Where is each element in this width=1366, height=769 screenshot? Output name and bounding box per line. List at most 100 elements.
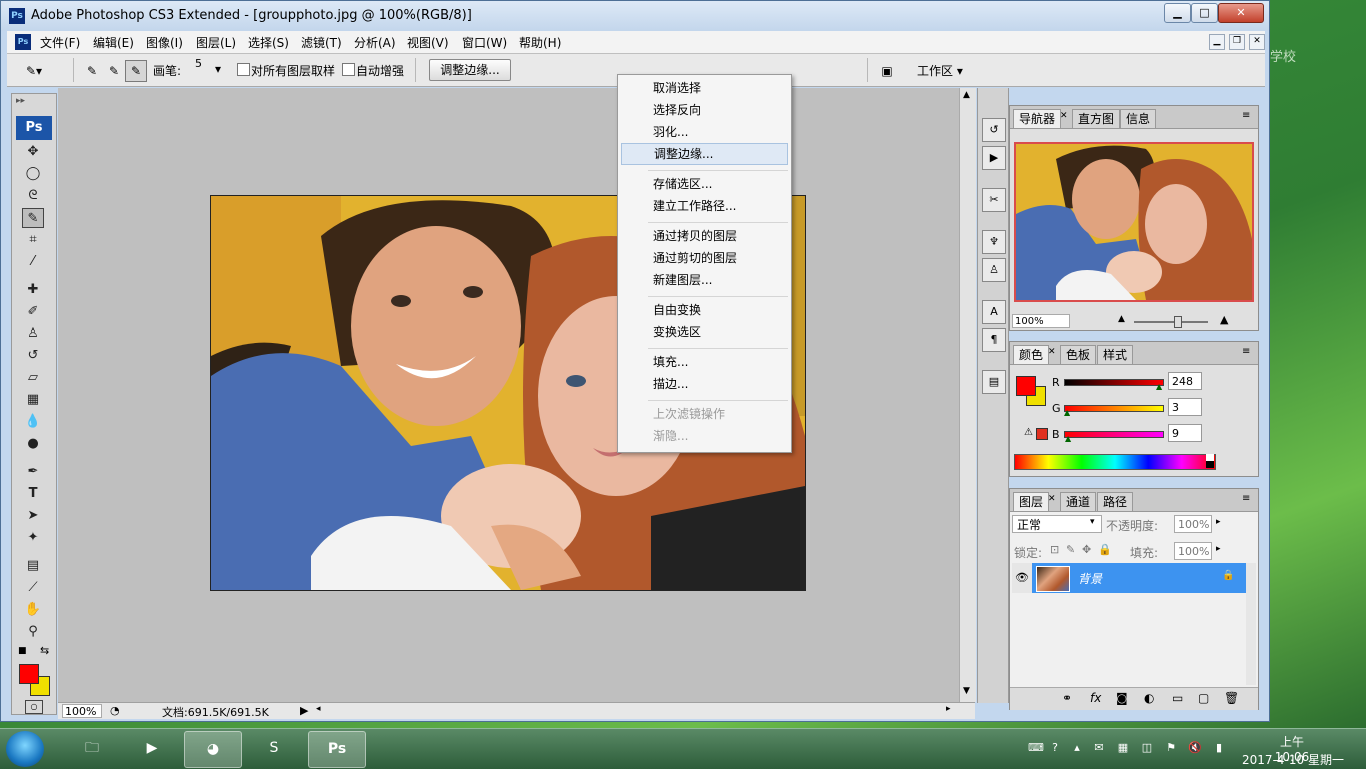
keyboard-icon[interactable]: ⌨ bbox=[1028, 741, 1044, 755]
media-player-icon[interactable]: ▶ bbox=[124, 731, 180, 766]
healing-brush-icon[interactable]: ✚ bbox=[22, 280, 44, 300]
black-swatch[interactable] bbox=[1206, 461, 1214, 468]
default-colors-icon[interactable]: ■ bbox=[18, 646, 27, 656]
toolbox-collapse-icon[interactable]: ▸▸ bbox=[16, 96, 25, 106]
zoom-field[interactable]: 100% bbox=[62, 704, 102, 718]
tray-app-icon[interactable]: ◫ bbox=[1140, 741, 1154, 755]
scroll-left-icon[interactable]: ◂ bbox=[316, 704, 321, 714]
menu-help[interactable]: 帮助(H) bbox=[519, 34, 561, 51]
b-slider-thumb-icon[interactable]: ▲ bbox=[1065, 434, 1071, 443]
zoom-tool-icon[interactable]: ⚲ bbox=[22, 622, 44, 642]
tab-layers[interactable]: 图层 bbox=[1013, 492, 1050, 511]
eyedropper-tool-icon[interactable]: ⟋ bbox=[22, 578, 44, 598]
path-selection-icon[interactable]: ➤ bbox=[22, 506, 44, 526]
fill-arrow-icon[interactable]: ▸ bbox=[1216, 544, 1221, 554]
notes-tool-icon[interactable]: ▤ bbox=[22, 556, 44, 576]
subtract-selection-icon[interactable]: ✎ bbox=[125, 60, 147, 82]
menu-item-save-selection[interactable]: 存储选区... bbox=[619, 173, 790, 195]
document-icon[interactable]: Ps bbox=[15, 34, 31, 50]
crop-tool-icon[interactable]: ⌗ bbox=[22, 230, 44, 250]
g-slider-thumb-icon[interactable]: ▲ bbox=[1064, 408, 1070, 417]
menu-edit[interactable]: 编辑(E) bbox=[93, 34, 134, 51]
history-panel-icon[interactable]: ↺ bbox=[982, 118, 1006, 142]
network-signal-icon[interactable]: ▮ bbox=[1212, 741, 1226, 755]
custom-shape-icon[interactable]: ✦ bbox=[22, 528, 44, 548]
clock-date[interactable]: 2017-4-10 星期一 bbox=[1240, 751, 1346, 768]
tab-styles[interactable]: 样式 bbox=[1097, 345, 1134, 364]
minimize-button[interactable]: ▁ bbox=[1164, 3, 1191, 23]
menu-view[interactable]: 视图(V) bbox=[407, 34, 449, 51]
file-explorer-icon[interactable]: 🗀 bbox=[64, 731, 120, 766]
panel-menu-icon[interactable]: ≡ bbox=[1242, 493, 1250, 504]
menu-item-layer-via-copy[interactable]: 通过拷贝的图层 bbox=[619, 225, 790, 247]
menu-item-deselect[interactable]: 取消选择 bbox=[619, 77, 790, 99]
hand-tool-icon[interactable]: ✋ bbox=[22, 600, 44, 620]
pen-tool-icon[interactable]: ✒ bbox=[22, 462, 44, 482]
doc-minimize-icon[interactable]: ▁ bbox=[1209, 34, 1225, 50]
help-icon[interactable]: ? bbox=[1048, 741, 1062, 755]
g-slider[interactable] bbox=[1064, 405, 1164, 412]
start-button[interactable] bbox=[6, 731, 44, 767]
tab-channels[interactable]: 通道 bbox=[1060, 492, 1097, 511]
lock-pixels-icon[interactable]: ✎ bbox=[1066, 543, 1075, 556]
tab-info[interactable]: 信息 bbox=[1120, 109, 1157, 128]
tab-navigator[interactable]: 导航器 bbox=[1013, 109, 1062, 128]
r-slider-thumb-icon[interactable]: ▲ bbox=[1156, 382, 1162, 391]
b-slider[interactable] bbox=[1064, 431, 1164, 438]
menu-item-refine-edge[interactable]: 调整边缘... bbox=[621, 143, 788, 165]
tab-color[interactable]: 颜色 bbox=[1013, 345, 1050, 364]
marquee-tool-icon[interactable]: ◯ bbox=[22, 164, 44, 184]
menu-item-feather[interactable]: 羽化... bbox=[619, 121, 790, 143]
menu-item-make-work-path[interactable]: 建立工作路径... bbox=[619, 195, 790, 217]
brush-tool-icon[interactable]: ✐ bbox=[22, 302, 44, 322]
delete-layer-icon[interactable]: 🗑 bbox=[1224, 691, 1239, 705]
tab-close-icon[interactable]: ✕ bbox=[1060, 111, 1068, 121]
layers-scrollbar[interactable] bbox=[1246, 563, 1256, 685]
menu-window[interactable]: 窗口(W) bbox=[462, 34, 507, 51]
network-app-icon[interactable]: ▦ bbox=[1116, 741, 1130, 755]
menu-item-stroke[interactable]: 描边... bbox=[619, 373, 790, 395]
navigator-preview[interactable] bbox=[1014, 142, 1254, 302]
menu-filter[interactable]: 滤镜(T) bbox=[301, 34, 342, 51]
menu-select[interactable]: 选择(S) bbox=[248, 34, 289, 51]
actions-panel-icon[interactable]: ▶ bbox=[982, 146, 1006, 170]
scroll-down-icon[interactable]: ▼ bbox=[963, 686, 970, 696]
lock-position-icon[interactable]: ✥ bbox=[1082, 543, 1091, 556]
blend-mode-select[interactable]: 正常 bbox=[1012, 515, 1102, 533]
flag-icon[interactable]: ⚑ bbox=[1164, 741, 1178, 755]
blur-tool-icon[interactable]: 💧 bbox=[22, 412, 44, 432]
vertical-scrollbar[interactable]: ▲ ▼ bbox=[959, 88, 976, 702]
menu-analysis[interactable]: 分析(A) bbox=[354, 34, 396, 51]
foreground-color-swatch[interactable] bbox=[19, 664, 39, 684]
opacity-arrow-icon[interactable]: ▸ bbox=[1216, 517, 1221, 527]
g-value[interactable]: 3 bbox=[1168, 398, 1202, 416]
bridge-icon[interactable]: ▣ bbox=[873, 60, 901, 82]
chat-icon[interactable]: ✉ bbox=[1092, 741, 1106, 755]
tool-presets-icon[interactable]: ✂ bbox=[982, 188, 1006, 212]
layer-mask-icon[interactable]: ◙ bbox=[1116, 691, 1128, 705]
navigator-zoom-field[interactable]: 100% bbox=[1012, 314, 1070, 328]
b-value[interactable]: 9 bbox=[1168, 424, 1202, 442]
adjustment-layer-icon[interactable]: ◐ bbox=[1144, 691, 1154, 705]
menu-file[interactable]: 文件(F) bbox=[40, 34, 80, 51]
layer-comps-icon[interactable]: ▤ bbox=[982, 370, 1006, 394]
opacity-field[interactable]: 100% bbox=[1174, 515, 1212, 533]
tab-histogram[interactable]: 直方图 bbox=[1072, 109, 1121, 128]
close-button[interactable]: ✕ bbox=[1218, 3, 1264, 23]
doc-close-icon[interactable]: ✕ bbox=[1249, 34, 1265, 50]
color-fg-swatch[interactable] bbox=[1016, 376, 1036, 396]
tab-close-icon[interactable]: ✕ bbox=[1048, 347, 1056, 357]
link-layers-icon[interactable]: ⚭ bbox=[1062, 691, 1072, 705]
zoom-slider-thumb[interactable] bbox=[1174, 316, 1182, 328]
color-app-icon[interactable]: ◕ bbox=[184, 731, 242, 768]
brush-size[interactable]: 5 bbox=[195, 57, 202, 70]
fill-field[interactable]: 100% bbox=[1174, 542, 1212, 560]
status-menu-icon[interactable]: ▶ bbox=[300, 704, 308, 717]
quick-mask-icon[interactable]: ○ bbox=[25, 700, 43, 714]
refine-edge-button[interactable]: 调整边缘... bbox=[429, 59, 511, 81]
menu-item-transform-selection[interactable]: 变换选区 bbox=[619, 321, 790, 343]
tool-preset-picker-icon[interactable]: ✎▾ bbox=[23, 60, 45, 82]
layer-name[interactable]: 背景 bbox=[1078, 570, 1102, 587]
slice-tool-icon[interactable]: ⁄ bbox=[22, 252, 44, 272]
scroll-right-icon[interactable]: ▸ bbox=[946, 704, 951, 714]
